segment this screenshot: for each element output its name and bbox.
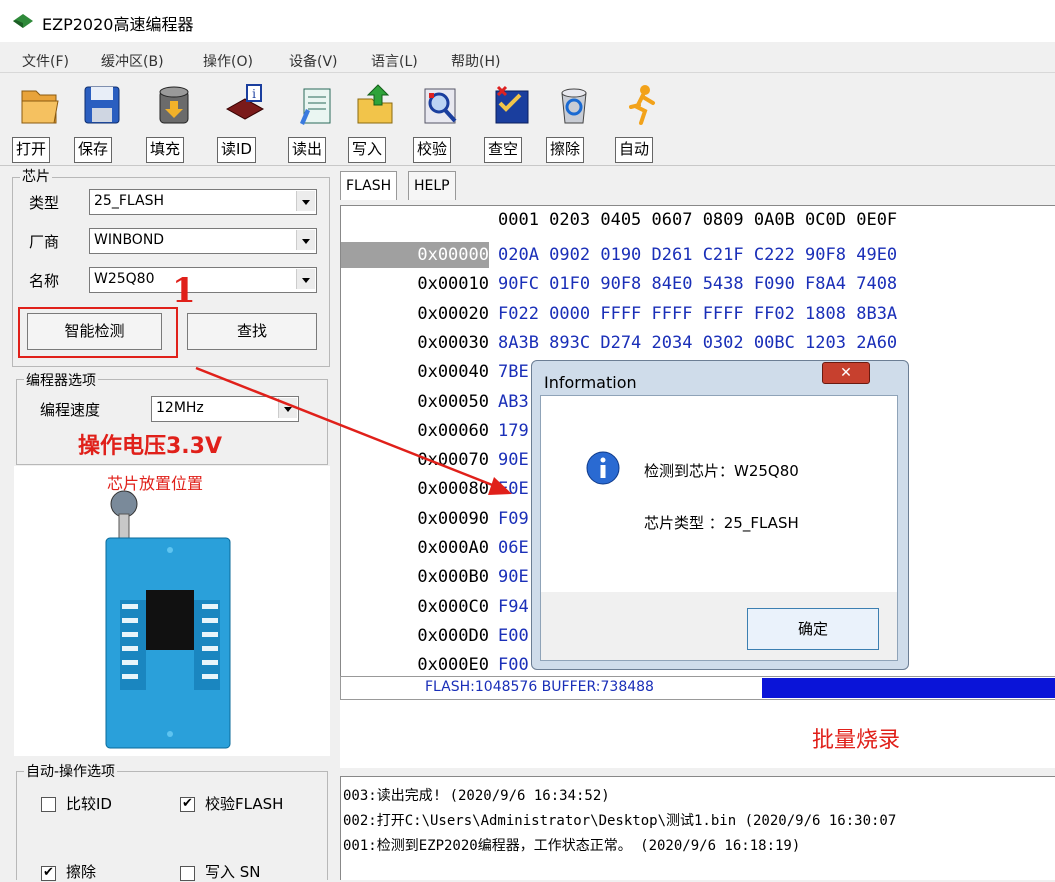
close-icon: ✕ xyxy=(840,365,852,381)
dialog-message-type: 芯片类型 ：25_FLASH xyxy=(644,514,799,532)
dialog-close-button[interactable]: ✕ xyxy=(822,362,870,384)
dialog-footer: 确定 xyxy=(541,592,897,660)
dialog-message-chip: 检测到芯片：W25Q80 xyxy=(644,462,799,480)
dialog-title: Information xyxy=(544,373,637,392)
ok-button[interactable]: 确定 xyxy=(747,608,879,650)
annotation-arrowhead-1 xyxy=(488,477,512,495)
annotation-arrow-1 xyxy=(195,366,506,492)
information-dialog: Information ✕ 检测到芯片：W25Q80 芯片类型 ：25_FLAS… xyxy=(531,360,909,670)
dialog-body: 检测到芯片：W25Q80 芯片类型 ：25_FLASH 确定 xyxy=(540,395,898,661)
info-icon xyxy=(586,451,620,485)
annotation-marker-1: 1 xyxy=(172,271,196,311)
